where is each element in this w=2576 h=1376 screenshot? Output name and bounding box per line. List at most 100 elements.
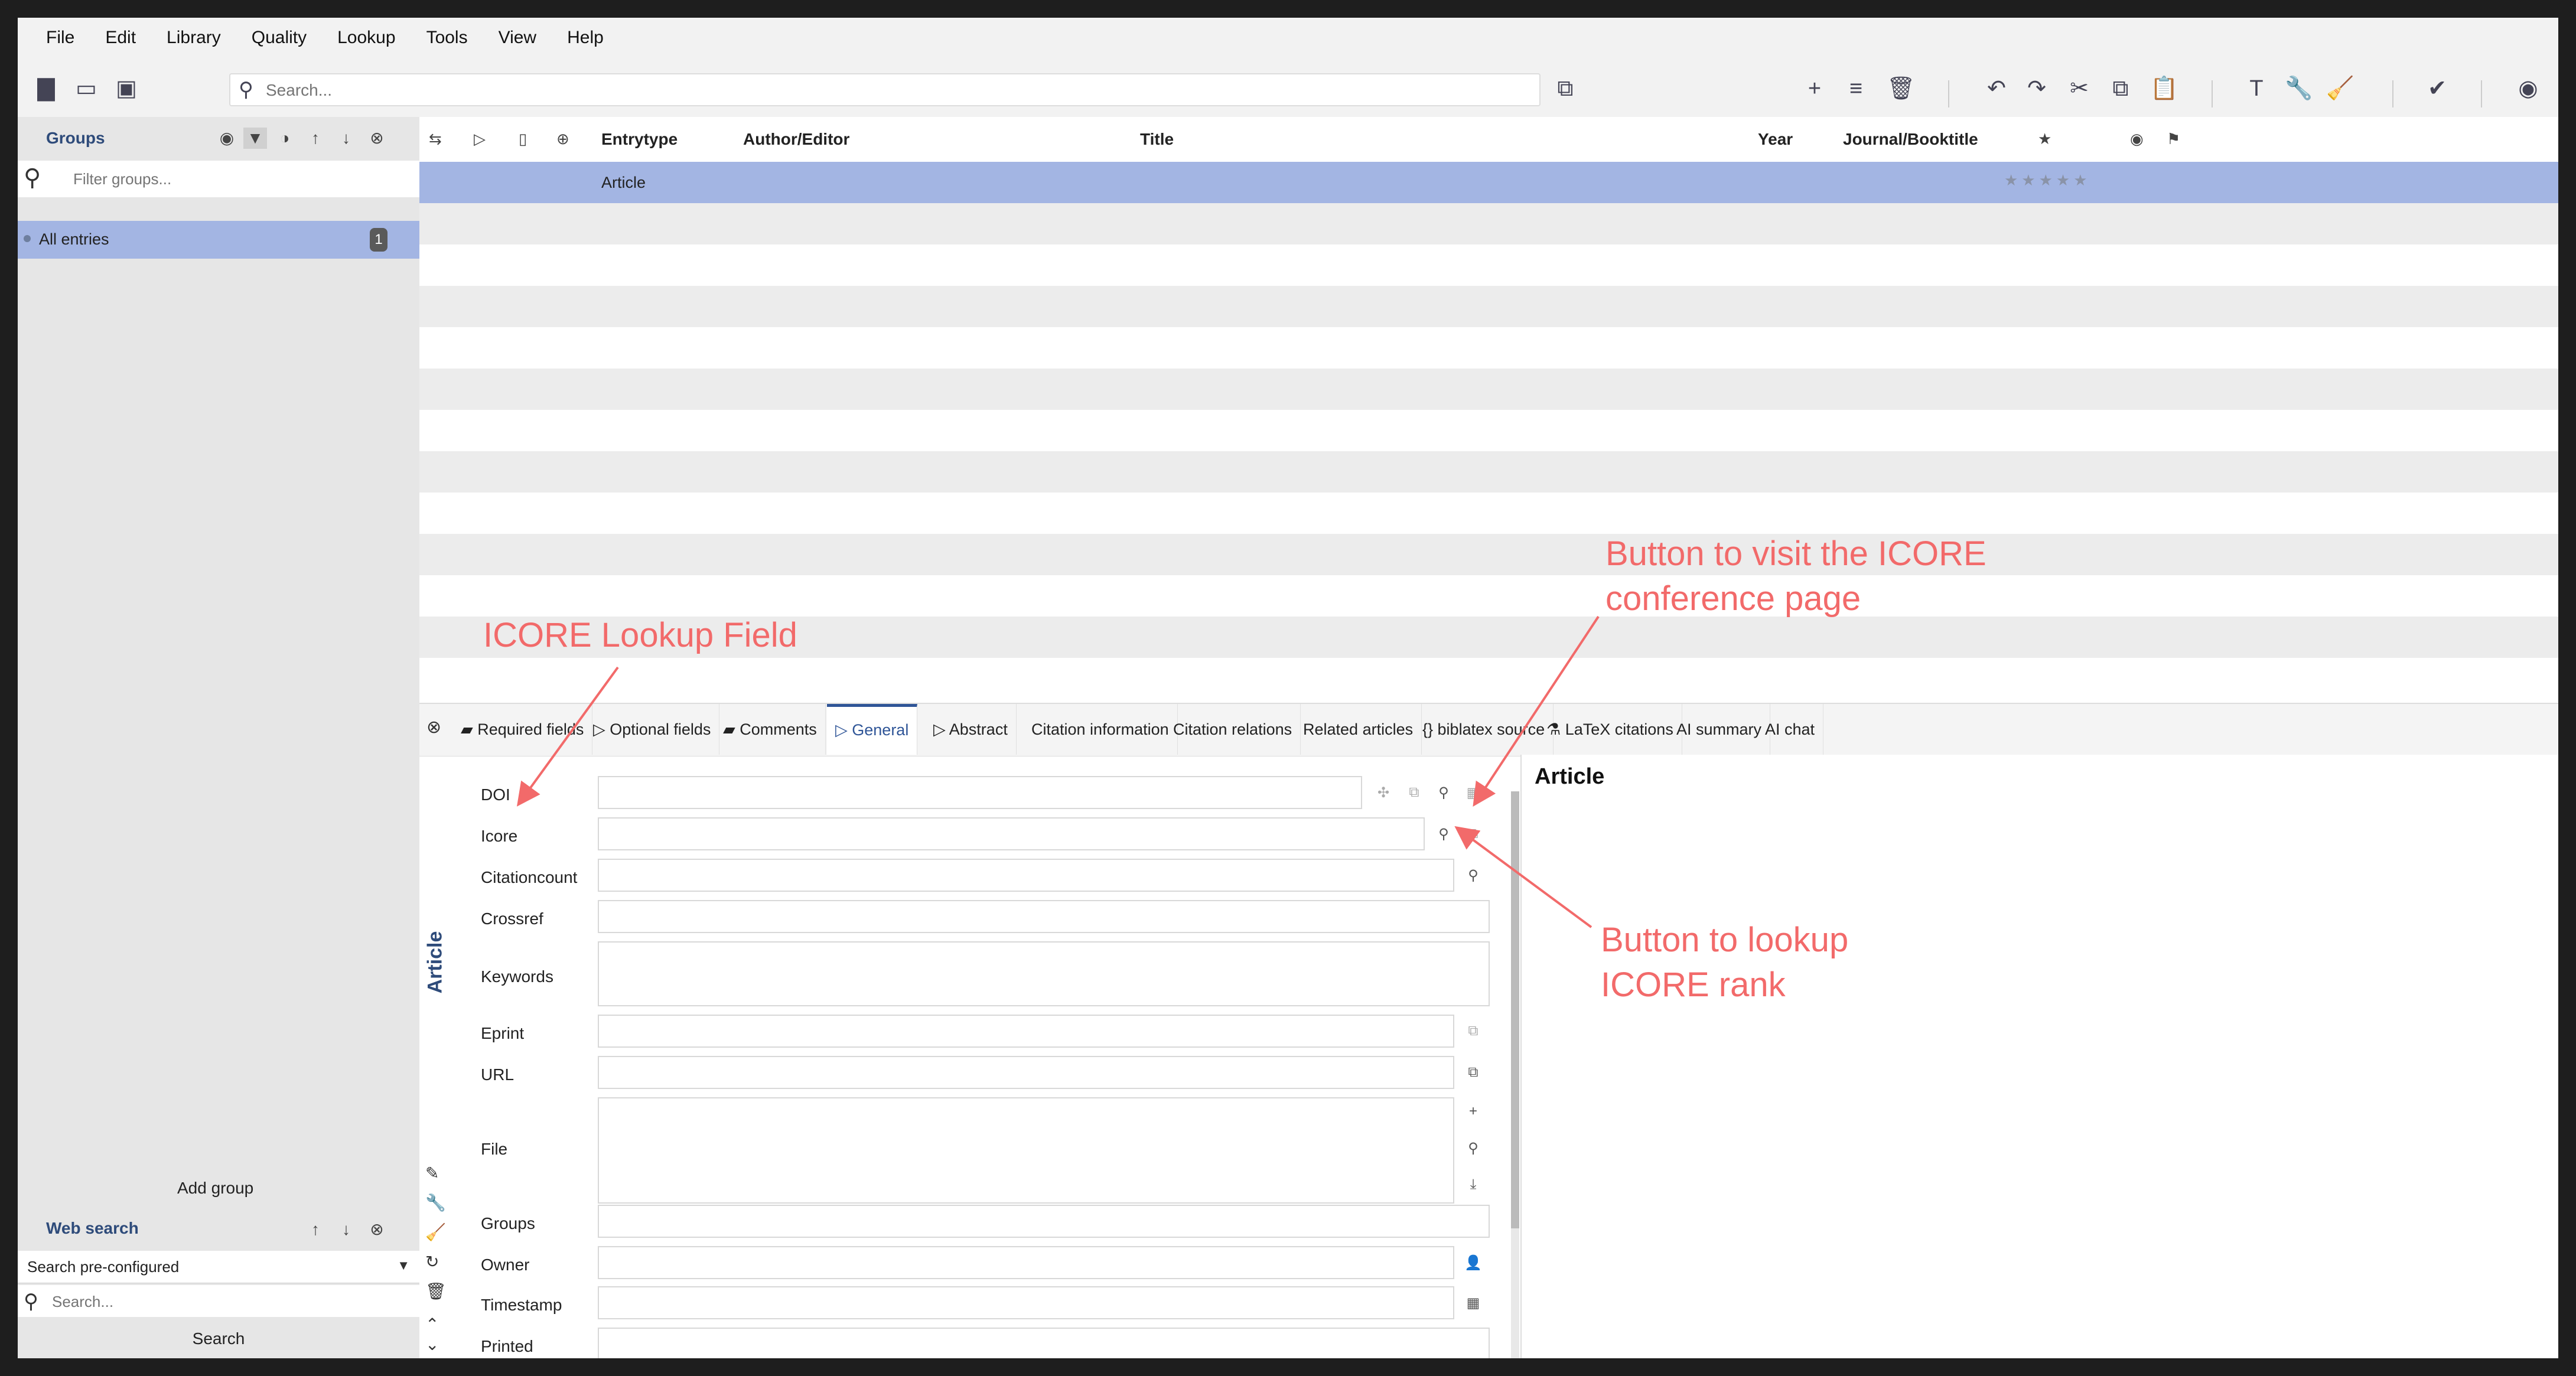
check-icon[interactable]: ✔ [2425,77,2449,100]
redo-icon[interactable]: ↷ [2025,77,2049,100]
printed-field[interactable] [598,1328,1490,1358]
tab-citation-information[interactable]: Citation information [1023,704,1178,755]
open-library-icon[interactable]: ▭ [74,77,98,100]
file-field[interactable] [598,1097,1454,1204]
column-entrytype[interactable]: Entrytype [601,130,678,149]
timestamp-field[interactable] [598,1286,1454,1319]
edit-pencil-icon[interactable]: ✎ [425,1163,439,1183]
cleanup-icon[interactable]: 🧹 [425,1222,446,1242]
tab-biblatex-source[interactable]: {} biblatex source [1414,704,1554,755]
column-title[interactable]: Title [1140,130,1174,149]
wrench-icon[interactable]: 🔧 [2285,77,2313,100]
open-eprint-icon[interactable]: ⧉ [1463,1023,1484,1039]
doi-extra-icon[interactable]: ▦ [1463,784,1484,801]
web-search-input[interactable] [51,1291,408,1312]
arrow-up-icon[interactable]: ↑ [304,1219,327,1240]
open-url-icon[interactable]: ⧉ [1463,1064,1484,1081]
visit-icore-page-icon[interactable]: ⧉ [1463,826,1484,842]
close-icon[interactable]: ⊗ [365,1219,389,1240]
url-field[interactable] [598,1056,1454,1089]
groups-field[interactable] [598,1205,1490,1238]
globe-icon[interactable]: ⊕ [556,130,569,148]
keywords-field[interactable] [598,941,1490,1006]
add-group-button[interactable]: Add group [177,1179,253,1198]
chevron-up-icon[interactable]: ⌃ [425,1315,439,1334]
eprint-field[interactable] [598,1015,1454,1048]
menu-library[interactable]: Library [167,28,221,48]
eye-icon[interactable]: ◉ [215,128,239,149]
filter-groups-input[interactable] [72,168,405,190]
global-search[interactable]: ⚲ [229,73,1541,106]
flag-icon[interactable]: ⚑ [2167,130,2180,148]
tab-latex-citations[interactable]: ⚗ LaTeX citations [1538,704,1682,755]
tab-ai-chat[interactable]: AI chat [1757,704,1824,755]
crossref-field[interactable] [598,900,1490,933]
eye-icon[interactable]: ◉ [2130,130,2144,148]
star-icon[interactable]: ★ [2038,130,2051,148]
arrow-up-icon[interactable]: ↑ [304,128,327,149]
copy-icon[interactable]: ⧉ [2109,77,2132,100]
menu-view[interactable]: View [499,28,536,48]
global-search-input[interactable] [265,78,1507,103]
menu-lookup[interactable]: Lookup [337,28,395,48]
menu-edit[interactable]: Edit [105,28,136,48]
get-doi-icon[interactable]: ✣ [1373,784,1394,801]
menu-tools[interactable]: Tools [426,28,468,48]
push-to-tex-icon[interactable]: T [2245,77,2268,100]
table-row[interactable]: Article ★★★★★ [419,162,2558,203]
column-author[interactable]: Author/Editor [743,130,849,149]
github-icon[interactable]: ◉ [2516,77,2540,100]
web-search-fetcher-select[interactable]: Search pre-configured ▼ [18,1251,419,1283]
icore-field[interactable] [598,817,1425,850]
add-entry-from-id-icon[interactable]: ≡ [1844,77,1868,100]
web-search-field[interactable]: ⚲ [18,1285,419,1317]
tab-related-articles[interactable]: Related articles [1295,704,1422,755]
arrow-down-icon[interactable]: ↓ [334,128,358,149]
paste-icon[interactable]: 📋 [2150,77,2178,100]
user-icon[interactable]: 👤 [1463,1254,1484,1271]
calendar-icon[interactable]: ▦ [1463,1295,1484,1312]
column-year[interactable]: Year [1758,130,1793,149]
delete-entry-icon[interactable]: 🗑 [1887,77,1915,100]
tab-comments[interactable]: ▰ Comments [715,704,826,755]
delete-icon[interactable]: 🗑 [425,1282,447,1301]
tab-general[interactable]: ▷ General [827,704,918,755]
open-search-window-icon[interactable]: ⧉ [1554,77,1577,100]
filter-icon[interactable]: ▼ [243,128,267,149]
tree-icon[interactable]: ⇆ [429,130,442,148]
cleanup-icon[interactable]: 🧹 [2326,77,2354,100]
menu-help[interactable]: Help [567,28,604,48]
close-editor-icon[interactable]: ⊗ [426,717,441,738]
add-file-icon[interactable]: + [1463,1103,1484,1120]
web-search-button[interactable]: Search [18,1319,419,1358]
tab-abstract[interactable]: ▷ Abstract [925,704,1017,755]
close-icon[interactable]: ⊗ [365,128,389,149]
chevron-down-icon[interactable]: ⌄ [425,1335,439,1354]
file-icon[interactable]: ▯ [519,130,527,148]
tab-required-fields[interactable]: ▰ Required fields [452,704,593,755]
lookup-citationcount-icon[interactable]: ⚲ [1463,867,1484,884]
undo-icon[interactable]: ↶ [1985,77,2008,100]
refresh-icon[interactable]: ↻ [425,1252,439,1271]
arrow-down-icon[interactable]: ↓ [334,1219,358,1240]
intersection-icon[interactable]: ◑ [273,128,297,149]
column-journal[interactable]: Journal/Booktitle [1843,130,1978,149]
citationcount-field[interactable] [598,859,1454,892]
editor-scrollbar[interactable] [1511,791,1519,1358]
menu-file[interactable]: File [46,28,74,48]
filter-groups[interactable]: ⚲ [18,161,419,197]
wrench-icon[interactable]: 🔧 [425,1193,446,1212]
rating-stars[interactable]: ★★★★★ [2004,171,2091,190]
doi-field[interactable] [598,776,1362,809]
menu-quality[interactable]: Quality [252,28,307,48]
owner-field[interactable] [598,1246,1454,1279]
tab-optional-fields[interactable]: ▷ Optional fields [585,704,720,755]
scrollbar-thumb[interactable] [1511,791,1519,1228]
lookup-icore-rank-icon[interactable]: ⚲ [1433,826,1454,843]
lookup-doi-icon[interactable]: ⚲ [1433,784,1454,801]
tab-citation-relations[interactable]: Citation relations [1165,704,1301,755]
add-entry-icon[interactable]: + [1803,77,1826,100]
cut-icon[interactable]: ✂ [2067,77,2091,100]
tag-icon[interactable]: ▷ [474,130,486,148]
tab-ai-summary[interactable]: AI summary [1668,704,1771,755]
